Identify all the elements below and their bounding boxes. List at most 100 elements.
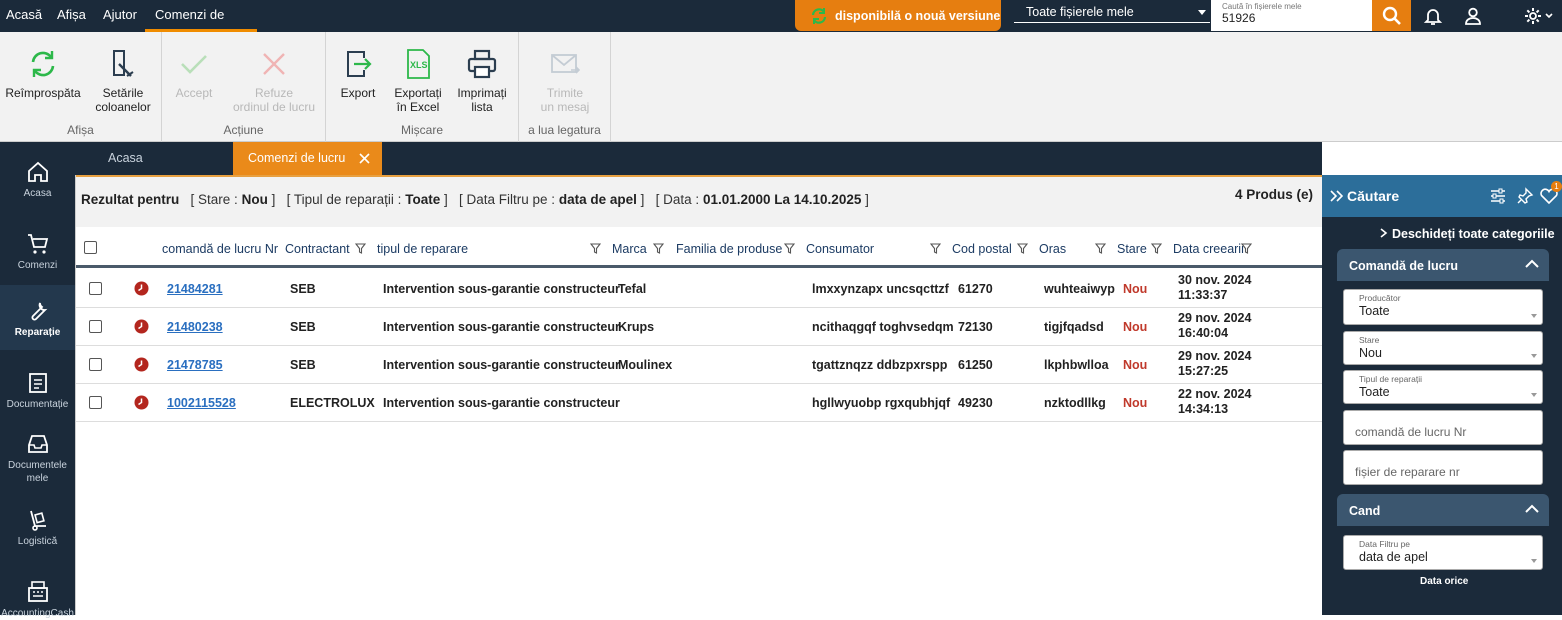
col-header-stare[interactable]: Stare	[1117, 242, 1147, 256]
table-row[interactable]: 1002115528 ELECTROLUX Intervention sous-…	[76, 384, 1323, 422]
repair-file-number-input[interactable]: fișier de reparare nr	[1343, 450, 1543, 485]
user-icon[interactable]	[1461, 4, 1485, 28]
bell-icon[interactable]	[1421, 4, 1445, 28]
filter-icon[interactable]	[1151, 243, 1162, 254]
tab-label: Comenzi de lucru	[248, 151, 346, 165]
pin-icon[interactable]	[1516, 187, 1534, 205]
row-checkbox[interactable]	[89, 282, 102, 295]
filter-summary-bar: Rezultat pentru [ Stare : Nou ] [ Tipul …	[76, 175, 1323, 227]
filter-data-end: ]	[865, 192, 869, 207]
sidebar-item-acasa[interactable]: Acasa	[0, 160, 75, 200]
filter-icon[interactable]	[1017, 243, 1028, 254]
order-number-link[interactable]: 21484281	[167, 282, 223, 296]
tab-acasa[interactable]: Acasa	[108, 142, 143, 175]
menu-acasa[interactable]: Acasă	[4, 0, 44, 32]
data-filtru-select[interactable]: Data Filtru pe data de apel	[1343, 535, 1543, 570]
row-checkbox[interactable]	[89, 396, 102, 409]
print-list-button[interactable]: Imprimați lista	[451, 48, 513, 114]
col-header-cod-postal[interactable]: Cod postal	[952, 242, 1012, 256]
sidebar-label-accountingcash: AccountingCash	[1, 608, 74, 619]
top-bar: Acasă Afișa Ajutor Comenzi de lucru disp…	[0, 0, 1562, 52]
filter-icon[interactable]	[1241, 243, 1252, 254]
field-label: Producător	[1359, 293, 1401, 303]
close-icon[interactable]	[359, 153, 370, 164]
accept-button[interactable]: Accept	[168, 48, 220, 100]
ribbon-group-miscare: Export XLS Exportați în Excel Imprimați …	[326, 32, 519, 142]
double-chevron-right-icon[interactable]	[1330, 190, 1343, 202]
caret-down-icon	[1531, 314, 1537, 318]
refuse-order-button[interactable]: Refuze ordinul de lucru	[226, 48, 322, 114]
order-number-link[interactable]: 21480238	[167, 320, 223, 334]
col-header-contractant[interactable]: Contractant	[285, 242, 350, 256]
sidebar-item-documentele-mele[interactable]: Documentele mele	[0, 432, 75, 485]
row-checkbox[interactable]	[89, 358, 102, 371]
menu-comenzi-de-lucru[interactable]: Comenzi de lucru	[145, 0, 257, 52]
field-placeholder: fișier de reparare nr	[1355, 465, 1460, 479]
tab-comenzi-de-lucru[interactable]: Comenzi de lucru	[233, 142, 382, 175]
col-header-oras[interactable]: Oras	[1039, 242, 1066, 256]
repair-type-cell: Intervention sous-garantie constructeur	[383, 396, 620, 410]
stare-select[interactable]: Stare Nou	[1343, 331, 1543, 365]
table-row[interactable]: 21478785 SEB Intervention sous-garantie …	[76, 346, 1323, 384]
settings-gear-icon[interactable]	[1521, 4, 1555, 28]
export-excel-label-1: Exportați	[394, 86, 442, 100]
order-number-link[interactable]: 1002115528	[167, 396, 236, 410]
open-all-categories-link[interactable]: Deschideți toate categoriile	[1380, 227, 1555, 241]
order-number-input[interactable]: comandă de lucru Nr	[1343, 410, 1543, 445]
filter-tip-value: Toate	[405, 192, 441, 207]
export-button[interactable]: Export	[338, 48, 378, 100]
tip-reparatii-select[interactable]: Tipul de reparații Toate	[1343, 370, 1543, 404]
select-all-checkbox[interactable]	[84, 241, 97, 254]
search-button[interactable]	[1372, 0, 1411, 31]
sliders-icon[interactable]	[1489, 187, 1507, 205]
sidebar-item-documentatie[interactable]: Documentație	[0, 371, 75, 411]
sidebar-item-logistica[interactable]: Logistică	[0, 508, 75, 548]
check-icon	[181, 55, 207, 74]
filter-icon[interactable]	[784, 243, 795, 254]
filter-icon[interactable]	[1095, 243, 1106, 254]
row-checkbox[interactable]	[89, 320, 102, 333]
files-select[interactable]: Toate fișierele mele	[1014, 2, 1210, 23]
section-comanda-de-lucru[interactable]: Comandă de lucru	[1337, 249, 1549, 281]
col-header-marca[interactable]: Marca	[612, 242, 647, 256]
sidebar-item-reparatie[interactable]: Reparație	[0, 285, 75, 350]
col-header-consumator[interactable]: Consumator	[806, 242, 874, 256]
hand-truck-icon	[29, 510, 46, 531]
column-settings-button[interactable]: Setările coloanelor	[90, 48, 156, 114]
send-message-button[interactable]: Trimite un mesaj	[531, 48, 599, 114]
refresh-button[interactable]: Reîmprospăta	[5, 48, 81, 100]
producator-select[interactable]: Producător Toate	[1343, 289, 1543, 325]
col-header-data-creearii[interactable]: Data creearii	[1173, 242, 1244, 256]
filter-icon[interactable]	[355, 243, 366, 254]
search-input[interactable]: Caută în fișierele mele 51926	[1211, 0, 1372, 31]
section-cand[interactable]: Cand	[1337, 494, 1549, 526]
postal-code-cell: 72130	[958, 320, 993, 334]
city-cell: nzktodllkg	[1044, 396, 1106, 410]
sidebar-item-comenzi[interactable]: Comenzi	[0, 232, 75, 272]
sidebar-item-accountingcash[interactable]: AccountingCash	[0, 580, 75, 620]
filter-icon[interactable]	[590, 243, 601, 254]
filter-icon[interactable]	[930, 243, 941, 254]
refuse-label-1: Refuze	[254, 86, 294, 100]
column-settings-label-1: Setările	[102, 86, 144, 100]
order-number-link[interactable]: 21478785	[167, 358, 223, 372]
accept-label: Accept	[175, 86, 213, 100]
menu-afisa[interactable]: Afișa	[55, 0, 88, 32]
export-excel-button[interactable]: XLS Exportați în Excel	[388, 48, 448, 114]
table-row[interactable]: 21480238 SEB Intervention sous-garantie …	[76, 308, 1323, 346]
created-date: 30 nov. 2024	[1178, 273, 1252, 287]
sidebar-label-documentatie: Documentație	[6, 399, 69, 410]
menu-ajutor[interactable]: Ajutor	[101, 0, 139, 32]
col-header-nr[interactable]: comandă de lucru Nr	[162, 242, 278, 256]
message-label-1: Trimite	[546, 86, 584, 100]
update-available-button[interactable]: disponibilă o nouă versiune	[795, 0, 1001, 31]
table-row[interactable]: 21484281 SEB Intervention sous-garantie …	[76, 270, 1323, 308]
col-header-tip[interactable]: tipul de reparare	[377, 242, 468, 256]
created-time: 15:27:25	[1178, 364, 1229, 378]
section-title: Cand	[1349, 504, 1381, 518]
field-label: Tipul de reparații	[1359, 374, 1422, 384]
col-header-familia[interactable]: Familia de produse	[676, 242, 782, 256]
mail-icon	[551, 54, 581, 74]
filter-stare-label: [ Stare :	[190, 192, 238, 207]
filter-icon[interactable]	[653, 243, 664, 254]
